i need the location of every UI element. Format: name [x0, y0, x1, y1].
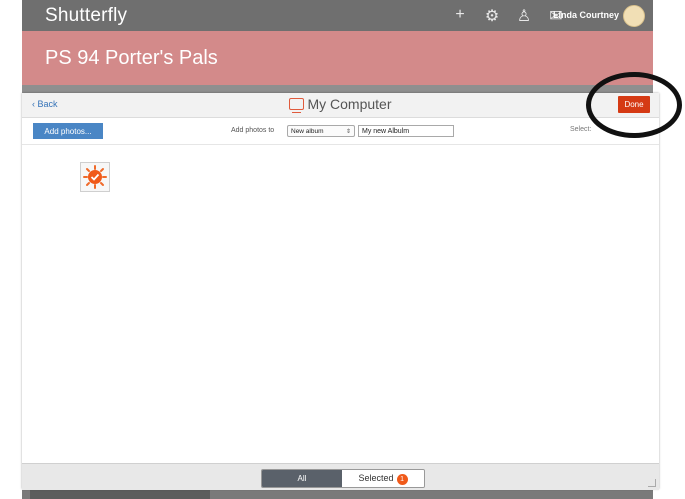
view-filter-toggle: All Selected 1 [261, 469, 425, 488]
user-name[interactable]: Linda Courtney [553, 10, 619, 20]
modal-title-text: My Computer [307, 96, 392, 112]
add-to-label: Add photos to [231, 127, 275, 134]
select-label: Select: [570, 126, 592, 133]
highlight-circle [586, 72, 682, 138]
tab-all[interactable]: All [262, 470, 342, 487]
modal-footer: All Selected 1 [22, 463, 659, 490]
upload-toolbar: Add photos... Add photos to New album ⇕ … [22, 118, 659, 145]
group-title: PS 94 Porter's Pals [45, 47, 218, 69]
top-icons: + ⚙ ♙ ✉ [451, 6, 565, 26]
modal-header: ‹ Back My Computer Done [22, 93, 659, 118]
selected-check-icon [83, 165, 107, 189]
tab-selected-label: Selected [358, 473, 394, 483]
laptop-icon [289, 98, 305, 113]
add-photos-button[interactable]: Add photos... [33, 123, 103, 139]
album-select-value: New album [291, 128, 324, 135]
plus-icon[interactable]: + [451, 6, 469, 26]
modal-title: My Computer [22, 96, 659, 113]
person-icon[interactable]: ♙ [515, 6, 533, 26]
avatar[interactable] [623, 5, 645, 27]
group-header: PS 94 Porter's Pals [22, 31, 653, 85]
select-arrows-icon: ⇕ [345, 129, 351, 135]
background-strip [22, 85, 653, 93]
gear-icon[interactable]: ⚙ [483, 6, 501, 26]
tab-selected[interactable]: Selected 1 [342, 470, 424, 487]
album-select[interactable]: New album ⇕ [287, 125, 355, 137]
resize-handle[interactable] [648, 479, 656, 487]
brand-logo[interactable]: Shutterfly [45, 5, 127, 27]
photo-thumbnail[interactable] [80, 162, 110, 192]
top-navigation-bar: Shutterfly + ⚙ ♙ ✉ Linda Courtney [22, 0, 653, 31]
selected-count-badge: 1 [396, 474, 408, 485]
album-name-input[interactable]: My new Albulm [358, 125, 454, 137]
add-photos-modal: ‹ Back My Computer Done Add photos... Ad… [22, 93, 659, 490]
